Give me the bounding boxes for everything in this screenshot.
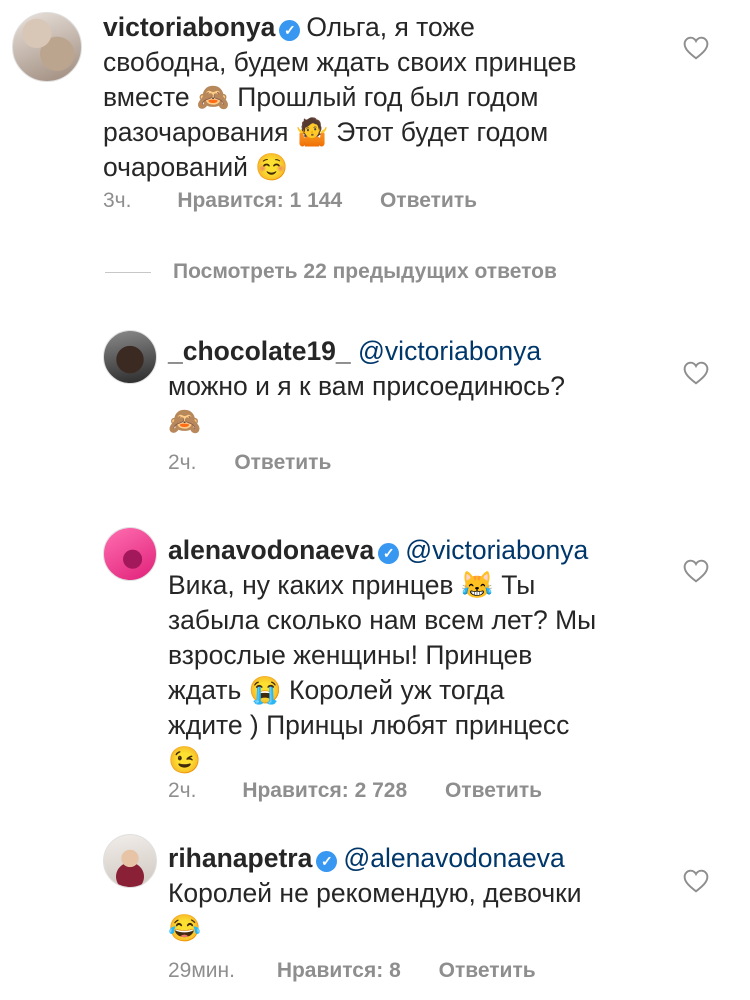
comment-line: забыла сколько нам всем лет? Мы — [168, 605, 597, 635]
verified-badge-icon: ✓ — [279, 20, 301, 41]
verified-badge-icon: ✓ — [378, 543, 400, 564]
avatar[interactable] — [103, 527, 157, 581]
comment-meta: 29мин. Нравится: 8 Ответить — [168, 959, 536, 983]
mention-link[interactable]: @victoriabonya — [405, 535, 588, 565]
comment-meta: 2ч. Ответить — [168, 451, 331, 475]
avatar[interactable] — [12, 12, 82, 82]
username[interactable]: _chocolate19_ — [168, 336, 351, 366]
comment-body: victoriabonya ✓ Ольга, я тоже свободна, бу… — [103, 10, 683, 185]
comment-line: 😂 — [168, 913, 201, 943]
like-heart-icon[interactable] — [683, 559, 709, 583]
view-previous-replies[interactable]: Посмотреть 22 предыдущих ответов — [105, 260, 557, 284]
comment-line: можно и я к вам присоединюсь? — [168, 371, 565, 401]
comment-line: 😉 — [168, 745, 201, 775]
comment-meta: 3ч. Нравится: 1 144 Ответить — [103, 189, 477, 213]
comment-line: Вика, ну каких принцев 😹 Ты — [168, 570, 536, 600]
avatar[interactable] — [103, 834, 157, 888]
timestamp: 3ч. — [103, 189, 132, 212]
comment-meta: 2ч. Нравится: 2 728 Ответить — [168, 779, 542, 803]
likes-count[interactable]: Нравится: 8 — [277, 959, 401, 983]
comment-line: вместе 🙈 Прошлый год был годом — [103, 82, 539, 112]
timestamp: 29мин. — [168, 959, 235, 982]
like-heart-icon[interactable] — [683, 36, 709, 60]
username[interactable]: victoriabonya — [103, 12, 275, 42]
like-heart-icon[interactable] — [683, 361, 709, 385]
timestamp: 2ч. — [168, 451, 197, 474]
comment-body: alenavodonaeva ✓ @victoriabonya Вика, ну к… — [168, 533, 678, 778]
mention-link[interactable]: @victoriabonya — [358, 336, 541, 366]
comment-line: взрослые женщины! Принцев — [168, 640, 533, 670]
mention-link[interactable]: @alenavodonaeva — [343, 843, 564, 873]
comment-line: ждите ) Принцы любят принцесс — [168, 710, 570, 740]
comment-line: Ольга, я тоже — [306, 12, 475, 42]
username[interactable]: alenavodonaeva — [168, 535, 374, 565]
reply-button[interactable]: Ответить — [234, 451, 331, 475]
view-replies-label[interactable]: Посмотреть 22 предыдущих ответов — [173, 260, 557, 283]
comment-line: 🙈 — [168, 406, 201, 436]
reply-button[interactable]: Ответить — [380, 189, 477, 213]
comment-body: rihanapetra ✓ @alenavodonaeva Королей не р… — [168, 841, 678, 946]
avatar[interactable] — [103, 330, 157, 384]
divider-line — [105, 271, 151, 273]
like-heart-icon[interactable] — [683, 869, 709, 893]
reply-button[interactable]: Ответить — [445, 779, 542, 803]
verified-badge-icon: ✓ — [316, 851, 338, 872]
comment-line: очарований ☺️ — [103, 152, 289, 182]
comment-line: Королей не рекомендую, девочки — [168, 878, 582, 908]
comment-line: разочарования 🤷 Этот будет годом — [103, 117, 549, 147]
likes-count[interactable]: Нравится: 1 144 — [177, 189, 342, 213]
username[interactable]: rihanapetra — [168, 843, 312, 873]
comment-body: _chocolate19_ @victoriabonya можно и я к… — [168, 334, 668, 439]
comment-line: свободна, будем ждать своих принцев — [103, 47, 577, 77]
timestamp: 2ч. — [168, 779, 197, 802]
likes-count[interactable]: Нравится: 2 728 — [242, 779, 407, 803]
comment-line: ждать 😭 Королей уж тогда — [168, 675, 505, 705]
reply-button[interactable]: Ответить — [439, 959, 536, 983]
